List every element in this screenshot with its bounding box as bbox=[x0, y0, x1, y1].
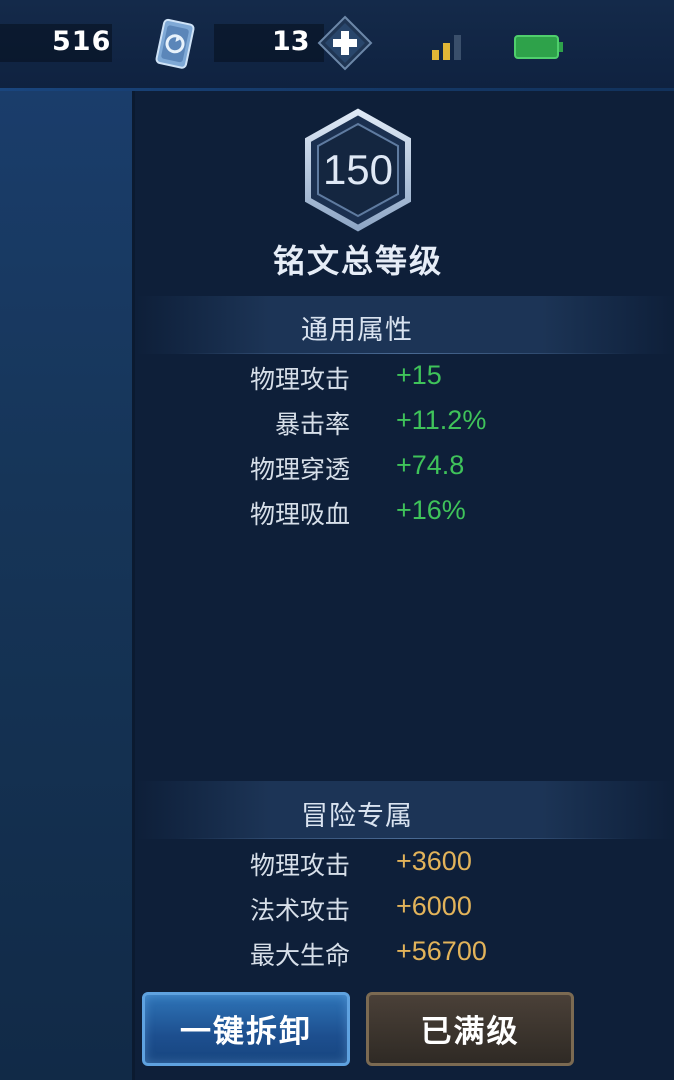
adventure-stat-value: +3600 bbox=[396, 846, 472, 876]
adventure-attributes-header: 冒险专属 bbox=[301, 801, 413, 832]
general-stat-value: +74.8 bbox=[396, 450, 465, 480]
adventure-stat-name: 物理攻击 bbox=[249, 851, 350, 880]
adventure-stat-name: 法术攻击 bbox=[249, 896, 350, 925]
signal-icon bbox=[432, 35, 461, 60]
general-stat-value: +16% bbox=[396, 495, 466, 525]
battery-icon bbox=[514, 35, 563, 59]
general-stat-name: 暴击率 bbox=[274, 410, 350, 439]
card-currency-icon bbox=[155, 18, 195, 69]
coin-count: 516 bbox=[52, 26, 112, 57]
max-level-button[interactable]: 已满级 bbox=[366, 992, 574, 1066]
general-stat-name: 物理吸血 bbox=[249, 500, 350, 529]
general-stat-value: +11.2% bbox=[396, 405, 487, 435]
adventure-stat-value: +6000 bbox=[396, 891, 472, 921]
add-currency-button[interactable] bbox=[316, 14, 374, 72]
inscription-level-title: 铭文总等级 bbox=[272, 242, 443, 280]
adventure-stat-value: +56700 bbox=[396, 936, 487, 966]
inscription-level-value: 150 bbox=[322, 146, 394, 193]
left-rail bbox=[0, 91, 134, 1080]
general-attributes-header: 通用属性 bbox=[301, 315, 413, 346]
adventure-stat-name: 最大生命 bbox=[249, 941, 350, 970]
general-stat-name: 物理穿透 bbox=[249, 455, 350, 484]
gem-count: 13 bbox=[272, 26, 310, 57]
general-stat-value: +15 bbox=[396, 360, 442, 390]
general-stat-name: 物理攻击 bbox=[249, 365, 350, 394]
inscription-summary-screen: 516 13 150 铭文总等级 通用属性 物理攻击 +15 暴击率 +11.2… bbox=[0, 0, 674, 1080]
disassemble-all-button[interactable]: 一键拆卸 bbox=[142, 992, 350, 1066]
